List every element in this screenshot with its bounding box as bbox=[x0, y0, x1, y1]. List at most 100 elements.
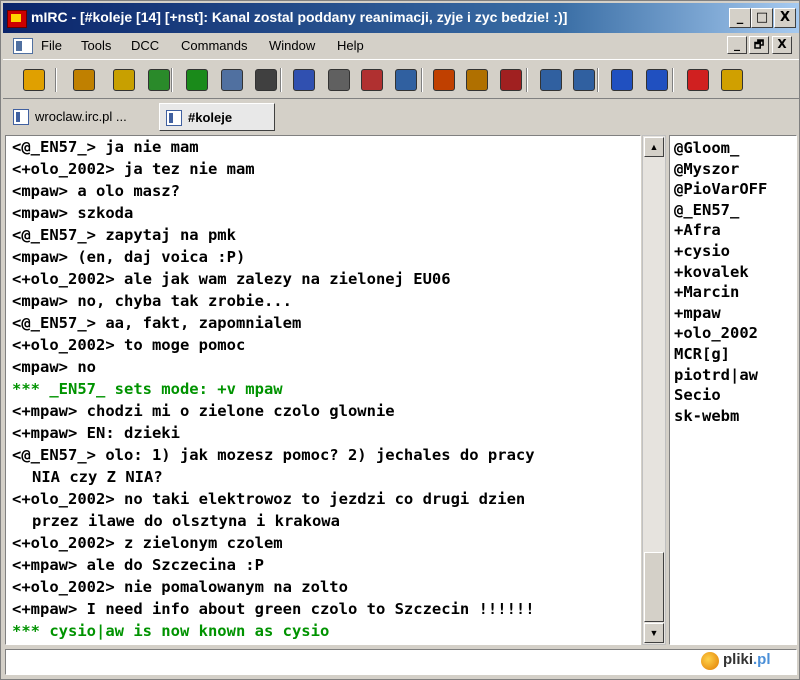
chat-message: <@_EN57_> ja nie mam bbox=[12, 138, 199, 156]
system-message: *** cysio|aw is now known as cysio bbox=[12, 622, 330, 640]
menu-file[interactable]: File bbox=[41, 38, 62, 53]
options-icon[interactable] bbox=[73, 69, 95, 91]
menu-help[interactable]: Help bbox=[337, 38, 364, 53]
chat-message: <@_EN57_> zapytaj na pmk bbox=[12, 226, 236, 244]
chat-message: <mpaw> no bbox=[12, 358, 96, 376]
chat-message: <+olo_2002> no taki elektrowoz to jezdzi… bbox=[12, 490, 526, 508]
nick-item[interactable]: @Gloom_ bbox=[670, 138, 796, 159]
arrange-icon[interactable] bbox=[573, 69, 595, 91]
menu-window[interactable]: Window bbox=[269, 38, 315, 53]
toolbar-separator bbox=[421, 68, 423, 92]
scripts-icon[interactable] bbox=[293, 69, 315, 91]
chat-message: <+olo_2002> z zielonym czolem bbox=[12, 534, 283, 552]
toolbar-separator bbox=[171, 68, 173, 92]
child-minimize-button[interactable]: _ bbox=[727, 36, 747, 54]
toolbar-separator bbox=[672, 68, 674, 92]
channels-folder-icon[interactable] bbox=[113, 69, 135, 91]
menu-bar: File Tools DCC Commands Window Help _ 🗗 … bbox=[3, 35, 799, 57]
switchbar-icon[interactable] bbox=[611, 69, 633, 91]
chat-message: <mpaw> (en, daj voica :P) bbox=[12, 248, 246, 266]
help-icon[interactable] bbox=[687, 69, 709, 91]
maximize-button[interactable]: □ bbox=[751, 8, 773, 28]
chat-message: <+olo_2002> ale jak wam zalezy na zielon… bbox=[12, 270, 451, 288]
tab-channel-koleje[interactable]: #koleje bbox=[159, 103, 275, 131]
favorites-icon[interactable] bbox=[148, 69, 170, 91]
notify-icon[interactable] bbox=[433, 69, 455, 91]
toolbar-separator bbox=[597, 68, 599, 92]
about-icon[interactable] bbox=[721, 69, 743, 91]
nick-item[interactable]: +Afra bbox=[670, 220, 796, 241]
chat-log[interactable]: <@_EN57_> ja nie mam <+olo_2002> ja tez n… bbox=[5, 135, 641, 645]
dcc-send-icon[interactable] bbox=[221, 69, 243, 91]
scroll-thumb[interactable] bbox=[644, 552, 664, 622]
child-close-button[interactable]: X bbox=[772, 36, 792, 54]
nick-list[interactable]: @Gloom_ @Myszor @PioVarOFF @_EN57_ +Afra +cys… bbox=[669, 135, 797, 645]
menu-commands[interactable]: Commands bbox=[181, 38, 247, 53]
menu-tools[interactable]: Tools bbox=[81, 38, 111, 53]
nick-item[interactable]: +cysio bbox=[670, 241, 796, 262]
connect-icon[interactable] bbox=[23, 69, 45, 91]
tab-label: wroclaw.irc.pl ... bbox=[35, 109, 127, 124]
nick-item[interactable]: +kovalek bbox=[670, 262, 796, 283]
channel-window-icon bbox=[166, 110, 182, 126]
toolbar-separator bbox=[280, 68, 282, 92]
menu-dcc[interactable]: DCC bbox=[131, 38, 159, 53]
watermark-text: pliki bbox=[723, 651, 754, 668]
window-title: mIRC - [#koleje [14] [+nst]: Kanal zosta… bbox=[31, 9, 568, 25]
tab-server-wroclaw[interactable]: wroclaw.irc.pl ... bbox=[7, 103, 155, 131]
nick-item[interactable]: Secio bbox=[670, 385, 796, 406]
chat-message: <@_EN57_> olo: 1) jak mozesz pomoc? 2) j… bbox=[12, 446, 535, 464]
scroll-down-button[interactable]: ▼ bbox=[644, 623, 664, 643]
chat-message: <+olo_2002> to moge pomoc bbox=[12, 336, 246, 354]
nick-item[interactable]: +olo_2002 bbox=[670, 323, 796, 344]
chat-message: <+mpaw> chodzi mi o zielone czolo glowni… bbox=[12, 402, 395, 420]
watermark-tld: .pl bbox=[753, 651, 771, 668]
windows-icon[interactable] bbox=[646, 69, 668, 91]
tab-label: #koleje bbox=[188, 110, 233, 125]
timer-icon[interactable] bbox=[328, 69, 350, 91]
toolbar-separator bbox=[526, 68, 528, 92]
minimize-button[interactable]: _ bbox=[729, 8, 751, 28]
chat-message: <mpaw> a olo masz? bbox=[12, 182, 180, 200]
nick-item[interactable]: sk-webm bbox=[670, 406, 796, 427]
chat-message: <mpaw> szkoda bbox=[12, 204, 134, 222]
chat-message: <+mpaw> EN: dzieki bbox=[12, 424, 180, 442]
nick-item[interactable]: piotrd|aw bbox=[670, 365, 796, 386]
title-bar[interactable]: mIRC - [#koleje [14] [+nst]: Kanal zosta… bbox=[3, 3, 799, 33]
mirc-app-icon[interactable] bbox=[7, 10, 27, 28]
close-button[interactable]: X bbox=[774, 8, 796, 28]
nick-item[interactable]: @PioVarOFF bbox=[670, 179, 796, 200]
colors-icon[interactable] bbox=[361, 69, 383, 91]
toolbar-separator bbox=[55, 68, 57, 92]
nick-item[interactable]: +Marcin bbox=[670, 282, 796, 303]
child-restore-button[interactable]: 🗗 bbox=[749, 36, 769, 54]
scroll-up-button[interactable]: ▲ bbox=[644, 137, 664, 157]
chat-scrollbar[interactable]: ▲ ▼ bbox=[642, 135, 666, 645]
dcc-chat-icon[interactable] bbox=[255, 69, 277, 91]
channel-system-menu-icon[interactable] bbox=[13, 38, 33, 54]
cascade-icon[interactable] bbox=[540, 69, 562, 91]
chat-message: NIA czy Z NIA? bbox=[32, 468, 163, 486]
nick-item[interactable]: +mpaw bbox=[670, 303, 796, 324]
chat-message: <+mpaw> ale do Szczecina :P bbox=[12, 556, 264, 574]
chat-message: <+olo_2002> nie pomalowanym na zolto bbox=[12, 578, 348, 596]
url-list-icon[interactable] bbox=[466, 69, 488, 91]
nick-item[interactable]: MCR[g] bbox=[670, 344, 796, 365]
log-icon[interactable] bbox=[500, 69, 522, 91]
tile-icon[interactable] bbox=[395, 69, 417, 91]
toolbar bbox=[3, 59, 799, 99]
pliki-logo-icon bbox=[701, 652, 719, 670]
chat-message: <@_EN57_> aa, fakt, zapomnialem bbox=[12, 314, 302, 332]
address-book-icon[interactable] bbox=[186, 69, 208, 91]
server-window-icon bbox=[13, 109, 29, 125]
chat-message: <+olo_2002> ja tez nie mam bbox=[12, 160, 255, 178]
system-message: *** _EN57_ sets mode: +v mpaw bbox=[12, 380, 283, 398]
pliki-watermark: pliki.pl bbox=[701, 649, 793, 673]
chat-message: przez ilawe do olsztyna i krakowa bbox=[32, 512, 340, 530]
message-input[interactable] bbox=[5, 649, 797, 675]
mirc-window: mIRC - [#koleje [14] [+nst]: Kanal zosta… bbox=[0, 0, 800, 680]
nick-item[interactable]: @Myszor bbox=[670, 159, 796, 180]
switchbar: wroclaw.irc.pl ... #koleje bbox=[3, 101, 799, 133]
nick-item[interactable]: @_EN57_ bbox=[670, 200, 796, 221]
chat-message: <mpaw> no, chyba tak zrobie... bbox=[12, 292, 292, 310]
